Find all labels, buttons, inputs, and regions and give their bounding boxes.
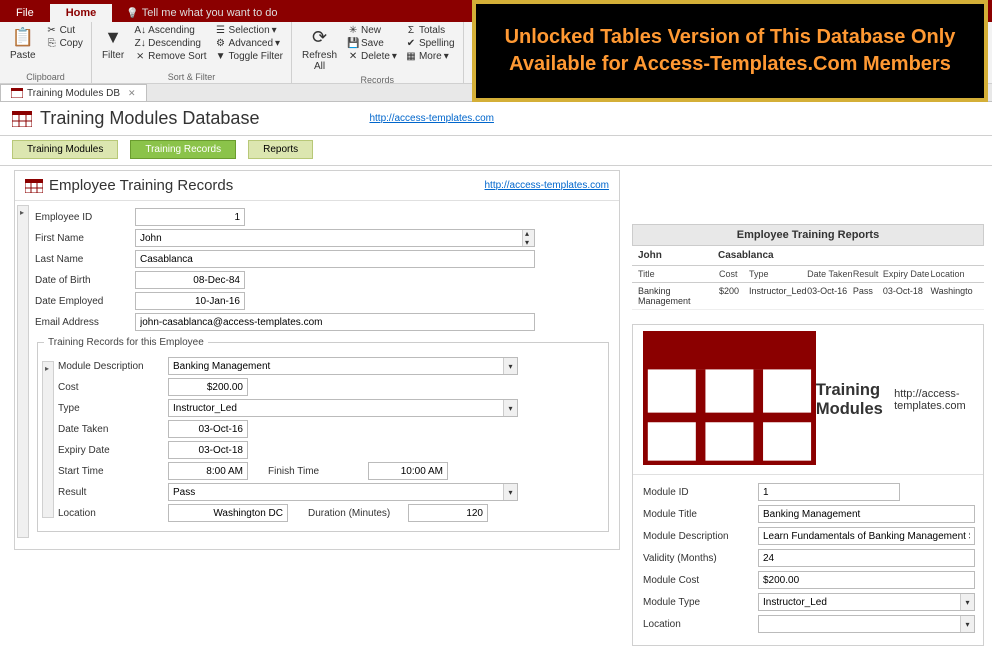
location-field[interactable] xyxy=(168,504,288,522)
report-last-name: Casablanca xyxy=(718,250,774,261)
module-description-field[interactable] xyxy=(758,527,975,545)
start-time-field[interactable] xyxy=(168,462,248,480)
filter-button[interactable]: ▼ Filter xyxy=(98,24,128,63)
form-link[interactable]: http://access-templates.com xyxy=(485,180,610,191)
module-id-field[interactable] xyxy=(758,483,900,501)
employee-training-report: Employee Training Reports John Casablanc… xyxy=(632,224,984,310)
descending-button[interactable]: Z↓Descending xyxy=(132,37,208,50)
report-first-name: John xyxy=(638,250,718,261)
close-tab-icon[interactable]: ✕ xyxy=(128,88,136,99)
delete-button[interactable]: ✕Delete ▾ xyxy=(345,50,399,63)
training-modules-form: Training Modules http://access-templates… xyxy=(632,324,984,646)
save-button[interactable]: 💾Save xyxy=(345,37,399,50)
module-description-combo[interactable] xyxy=(168,357,518,375)
chevron-down-icon[interactable]: ▾ xyxy=(503,484,517,500)
ribbon-group-records: ⟳ Refresh All ✳New 💾Save ✕Delete ▾ ΣTota… xyxy=(292,22,464,83)
table-icon xyxy=(643,331,816,468)
spinner-icon[interactable] xyxy=(522,230,534,246)
form-icon xyxy=(11,88,23,98)
nav-buttons: Training Modules Training Records Report… xyxy=(0,136,992,166)
table-icon xyxy=(12,111,32,127)
paste-icon: 📋 xyxy=(12,26,34,48)
cut-button[interactable]: ✂Cut xyxy=(44,24,85,37)
cut-icon: ✂ xyxy=(46,25,58,36)
expiry-date-field[interactable] xyxy=(168,441,248,459)
totals-button[interactable]: ΣTotals xyxy=(403,24,457,37)
report-header-row: Title Cost Type Date Taken Result Expiry… xyxy=(632,266,984,283)
database-title: Training Modules Database xyxy=(40,108,259,129)
report-data-row: Banking Management $200 Instructor_Led 0… xyxy=(632,283,984,310)
refresh-icon: ⟳ xyxy=(309,26,331,48)
new-button[interactable]: ✳New xyxy=(345,24,399,37)
module-cost-field[interactable] xyxy=(758,571,975,589)
database-header: Training Modules Database http://access-… xyxy=(0,102,992,136)
tell-me-search[interactable]: Tell me what you want to do xyxy=(120,4,283,22)
selection-button[interactable]: ☰Selection ▾ xyxy=(213,24,285,37)
subform-record-selector[interactable] xyxy=(42,361,54,518)
advanced-button[interactable]: ⚙Advanced ▾ xyxy=(213,37,285,50)
header-link[interactable]: http://access-templates.com xyxy=(369,113,494,124)
form-title: Employee Training Records xyxy=(49,177,233,194)
toggle-filter-button[interactable]: ▼Toggle Filter xyxy=(213,50,285,63)
nav-training-records[interactable]: Training Records xyxy=(130,140,236,159)
training-records-subform: Training Records for this Employee Modul… xyxy=(37,337,609,532)
nav-reports[interactable]: Reports xyxy=(248,140,313,159)
refresh-all-button[interactable]: ⟳ Refresh All xyxy=(298,24,341,74)
delete-icon: ✕ xyxy=(347,51,359,62)
filter-icon: ▼ xyxy=(102,26,124,48)
module-location-combo[interactable] xyxy=(758,615,975,633)
spelling-button[interactable]: ✔Spelling xyxy=(403,37,457,50)
employee-id-field[interactable] xyxy=(135,208,245,226)
type-combo[interactable] xyxy=(168,399,518,417)
home-tab[interactable]: Home xyxy=(50,4,113,22)
document-tab[interactable]: Training Modules DB ✕ xyxy=(0,84,147,101)
record-selector[interactable] xyxy=(17,205,29,538)
first-name-field[interactable] xyxy=(135,229,535,247)
overlay-banner: Unlocked Tables Version of This Database… xyxy=(472,0,988,102)
result-combo[interactable] xyxy=(168,483,518,501)
nav-training-modules[interactable]: Training Modules xyxy=(12,140,118,159)
chevron-down-icon[interactable]: ▾ xyxy=(503,358,517,374)
new-icon: ✳ xyxy=(347,25,359,36)
table-icon xyxy=(25,179,43,193)
more-button[interactable]: ▦More ▾ xyxy=(403,50,457,63)
last-name-field[interactable] xyxy=(135,250,535,268)
banner-text: Unlocked Tables Version of This Database… xyxy=(476,24,984,78)
modules-form-title: Training Modules xyxy=(816,381,894,419)
file-tab[interactable]: File xyxy=(0,4,50,22)
modules-form-link[interactable]: http://access-templates.com xyxy=(894,388,973,412)
save-icon: 💾 xyxy=(347,38,359,49)
duration-field[interactable] xyxy=(408,504,488,522)
report-title: Employee Training Reports xyxy=(632,224,984,246)
finish-time-field[interactable] xyxy=(368,462,448,480)
ribbon-group-sortfilter: ▼ Filter A↓Ascending Z↓Descending ⨯Remov… xyxy=(92,22,292,83)
email-field[interactable] xyxy=(135,313,535,331)
validity-field[interactable] xyxy=(758,549,975,567)
copy-button[interactable]: ⎘Copy xyxy=(44,37,85,50)
date-employed-field[interactable] xyxy=(135,292,245,310)
paste-button[interactable]: 📋 Paste xyxy=(6,24,40,63)
remove-sort-button[interactable]: ⨯Remove Sort xyxy=(132,50,208,63)
module-type-combo[interactable] xyxy=(758,593,975,611)
date-taken-field[interactable] xyxy=(168,420,248,438)
cost-field[interactable] xyxy=(168,378,248,396)
dob-field[interactable] xyxy=(135,271,245,289)
copy-icon: ⎘ xyxy=(46,38,58,49)
employee-training-form: Employee Training Records http://access-… xyxy=(14,170,620,550)
ascending-button[interactable]: A↓Ascending xyxy=(132,24,208,37)
chevron-down-icon[interactable]: ▾ xyxy=(960,616,974,632)
ribbon-group-clipboard: 📋 Paste ✂Cut ⎘Copy Clipboard xyxy=(0,22,92,83)
module-title-field[interactable] xyxy=(758,505,975,523)
chevron-down-icon[interactable]: ▾ xyxy=(960,594,974,610)
chevron-down-icon[interactable]: ▾ xyxy=(503,400,517,416)
